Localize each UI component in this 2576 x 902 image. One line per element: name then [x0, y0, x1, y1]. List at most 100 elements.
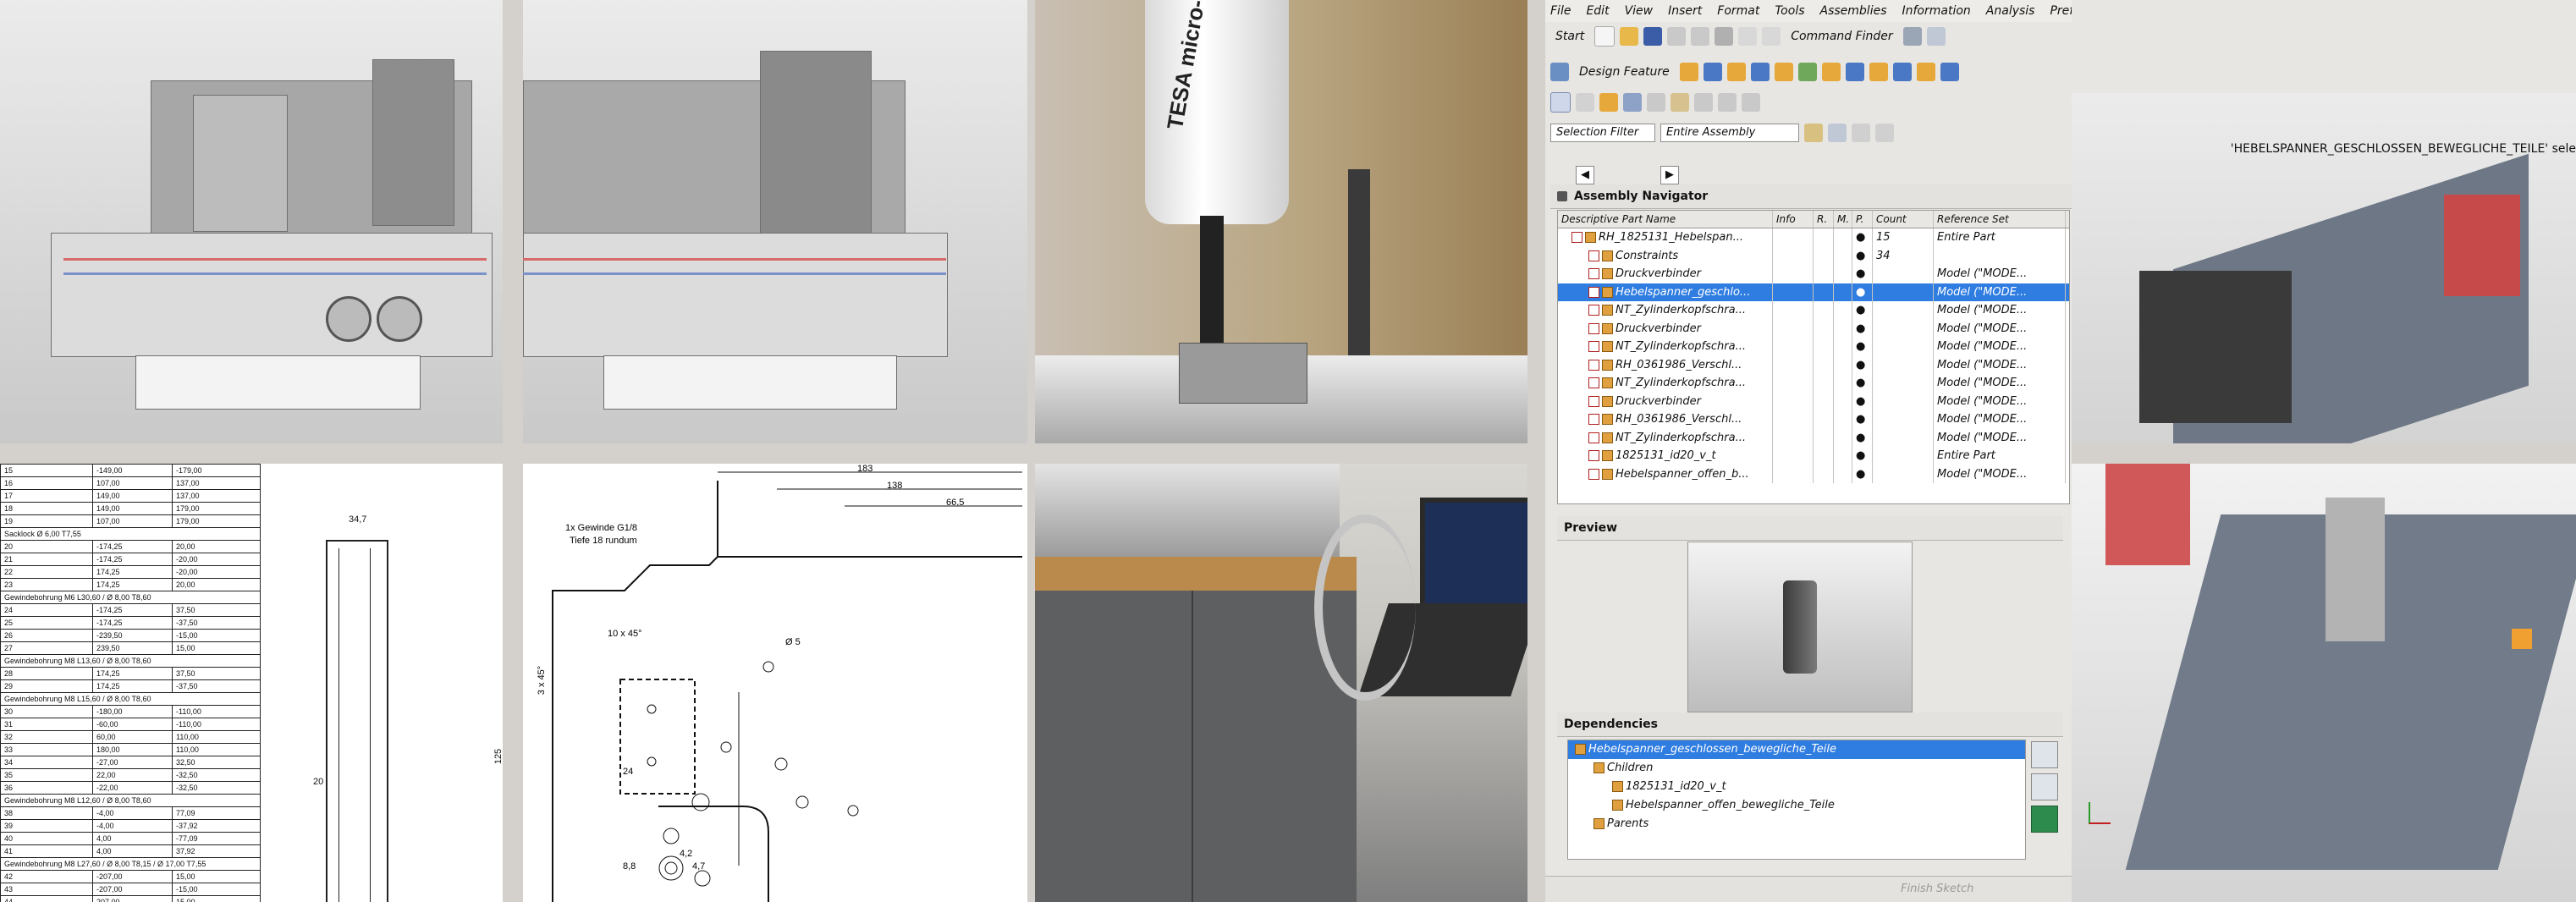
- visibility-checkbox[interactable]: [1588, 322, 1599, 334]
- nav-scroll-right[interactable]: ▶: [1660, 166, 1679, 184]
- visibility-checkbox[interactable]: [1588, 268, 1599, 279]
- visibility-checkbox[interactable]: [1588, 250, 1599, 261]
- dependency-row[interactable]: Hebelspanner_geschlossen_bewegliche_Teil…: [1568, 740, 2025, 759]
- dependencies-title[interactable]: Dependencies: [1557, 712, 2063, 737]
- wave-icon[interactable]: [1550, 92, 1571, 113]
- navigator-row[interactable]: RH_0361986_Verschl... ● Model ("MODE...: [1558, 410, 2069, 429]
- nav-scroll-left[interactable]: ◀: [1576, 166, 1594, 184]
- column-header[interactable]: Count: [1873, 211, 1934, 228]
- pin-icon[interactable]: [1557, 191, 1567, 201]
- undo-icon[interactable]: [1738, 27, 1758, 46]
- open-icon[interactable]: [1620, 27, 1639, 46]
- menu-item-insert[interactable]: Insert: [1668, 4, 1702, 18]
- arrow-right-icon[interactable]: [2031, 773, 2058, 800]
- design-feature-menu[interactable]: Design Feature: [1574, 65, 1675, 79]
- menu-item-file[interactable]: File: [1550, 4, 1571, 18]
- touch-mode-icon[interactable]: [1902, 27, 1922, 46]
- navigator-row[interactable]: NT_Zylinderkopfschra... ● Model ("MODE...: [1558, 338, 2069, 356]
- column-header[interactable]: Info: [1773, 211, 1814, 228]
- visibility-checkbox[interactable]: [1588, 432, 1599, 443]
- blend-icon[interactable]: [1797, 63, 1817, 81]
- assembly-scope-dropdown[interactable]: Entire Assembly: [1660, 124, 1799, 142]
- menu-item-view[interactable]: View: [1625, 4, 1654, 18]
- menu-item-assemblies[interactable]: Assemblies: [1820, 4, 1887, 18]
- visibility-checkbox[interactable]: [1588, 395, 1599, 407]
- visibility-checkbox[interactable]: [1588, 468, 1599, 480]
- sequence-icon[interactable]: [1694, 93, 1713, 112]
- clearance-icon[interactable]: [1718, 93, 1737, 112]
- revolve-icon[interactable]: [1703, 63, 1722, 81]
- constraint-icon[interactable]: [1576, 93, 1594, 112]
- visibility-checkbox[interactable]: [1571, 232, 1582, 243]
- extrude-icon[interactable]: [1679, 63, 1698, 81]
- trim-icon[interactable]: [1916, 63, 1935, 81]
- command-finder-button[interactable]: Command Finder: [1786, 30, 1897, 43]
- mate-icon[interactable]: [1647, 93, 1665, 112]
- window-icon[interactable]: [1926, 27, 1946, 46]
- curve-icon[interactable]: [1875, 124, 1894, 142]
- menu-item-preferences[interactable]: Preferences: [2050, 4, 2072, 18]
- selection-filter-dropdown[interactable]: Selection Filter: [1550, 124, 1655, 142]
- column-header[interactable]: Descriptive Part Name: [1558, 211, 1773, 228]
- arrow-left-icon[interactable]: [2031, 806, 2058, 833]
- dependency-row[interactable]: Parents: [1568, 815, 2025, 833]
- navigator-row[interactable]: NT_Zylinderkopfschra... ● Model ("MODE...: [1558, 374, 2069, 393]
- select-all-icon[interactable]: [1828, 124, 1847, 142]
- hole-icon[interactable]: [1726, 63, 1746, 81]
- new-icon[interactable]: [1594, 26, 1616, 47]
- move-icon[interactable]: [1623, 93, 1642, 112]
- search-icon[interactable]: [2031, 741, 2058, 768]
- column-header[interactable]: Reference Set: [1934, 211, 2066, 228]
- navigator-row[interactable]: 1825131_id20_v_t ● Entire Part: [1558, 447, 2069, 465]
- start-menu[interactable]: Start: [1550, 30, 1589, 43]
- menu-item-format[interactable]: Format: [1717, 4, 1759, 18]
- navigator-row[interactable]: NT_Zylinderkopfschra... ● Model ("MODE...: [1558, 428, 2069, 447]
- visibility-checkbox[interactable]: [1588, 377, 1599, 388]
- pocket-icon[interactable]: [1774, 63, 1793, 81]
- navigator-row[interactable]: Druckverbinder ● Model ("MODE...: [1558, 265, 2069, 283]
- boss-icon[interactable]: [1750, 63, 1770, 81]
- visibility-checkbox[interactable]: [1588, 450, 1599, 461]
- navigator-row[interactable]: NT_Zylinderkopfschra... ● Model ("MODE...: [1558, 301, 2069, 320]
- pattern-icon[interactable]: [1845, 63, 1864, 81]
- reference-icon[interactable]: [1742, 93, 1760, 112]
- dependency-row[interactable]: Children: [1568, 759, 2025, 778]
- mirror-icon[interactable]: [1869, 63, 1888, 81]
- explode-icon[interactable]: [1671, 93, 1689, 112]
- redo-icon[interactable]: [1762, 27, 1781, 46]
- visibility-checkbox[interactable]: [1588, 286, 1599, 298]
- shell-icon[interactable]: [1892, 63, 1912, 81]
- save-icon[interactable]: [1643, 27, 1663, 46]
- visibility-checkbox[interactable]: [1588, 359, 1599, 371]
- navigator-row[interactable]: Hebelspanner_offen_b... ● Model ("MODE...: [1558, 465, 2069, 483]
- column-header[interactable]: M.: [1834, 211, 1852, 228]
- dependency-row[interactable]: Hebelspanner_offen_bewegliche_Teile: [1568, 796, 2025, 815]
- column-header[interactable]: R.: [1814, 211, 1834, 228]
- finish-sketch-label[interactable]: Finish Sketch: [1901, 883, 1973, 895]
- navigator-row[interactable]: Hebelspanner_geschlo... ● Model ("MODE...: [1558, 283, 2069, 301]
- menu-item-information[interactable]: Information: [1902, 4, 1971, 18]
- menu-item-edit[interactable]: Edit: [1586, 4, 1609, 18]
- menu-item-analysis[interactable]: Analysis: [1986, 4, 2035, 18]
- navigator-row[interactable]: RH_1825131_Hebelspan... ● 15 Entire Part: [1558, 228, 2069, 247]
- sketch-icon[interactable]: [1550, 63, 1569, 81]
- navigator-row[interactable]: RH_0361986_Verschl... ● Model ("MODE...: [1558, 355, 2069, 374]
- visibility-checkbox[interactable]: [1588, 305, 1599, 316]
- paste-icon[interactable]: [1715, 27, 1734, 46]
- navigator-row[interactable]: Druckverbinder ● Model ("MODE...: [1558, 392, 2069, 410]
- visibility-checkbox[interactable]: [1588, 341, 1599, 352]
- unite-icon[interactable]: [1940, 63, 1959, 81]
- navigator-row[interactable]: Druckverbinder ● Model ("MODE...: [1558, 319, 2069, 338]
- dependency-row[interactable]: 1825131_id20_v_t: [1568, 778, 2025, 796]
- cut-icon[interactable]: [1667, 27, 1687, 46]
- snap-icon[interactable]: [1804, 124, 1823, 142]
- preview-title[interactable]: Preview: [1557, 516, 2063, 541]
- component-icon[interactable]: [1599, 93, 1618, 112]
- visibility-checkbox[interactable]: [1588, 414, 1599, 425]
- copy-icon[interactable]: [1691, 27, 1710, 46]
- point-icon[interactable]: [1852, 124, 1870, 142]
- column-header[interactable]: P.: [1852, 211, 1873, 228]
- navigator-row[interactable]: Constraints ● 34: [1558, 246, 2069, 265]
- chamfer-icon[interactable]: [1821, 63, 1841, 81]
- menu-item-tools[interactable]: Tools: [1775, 4, 1804, 18]
